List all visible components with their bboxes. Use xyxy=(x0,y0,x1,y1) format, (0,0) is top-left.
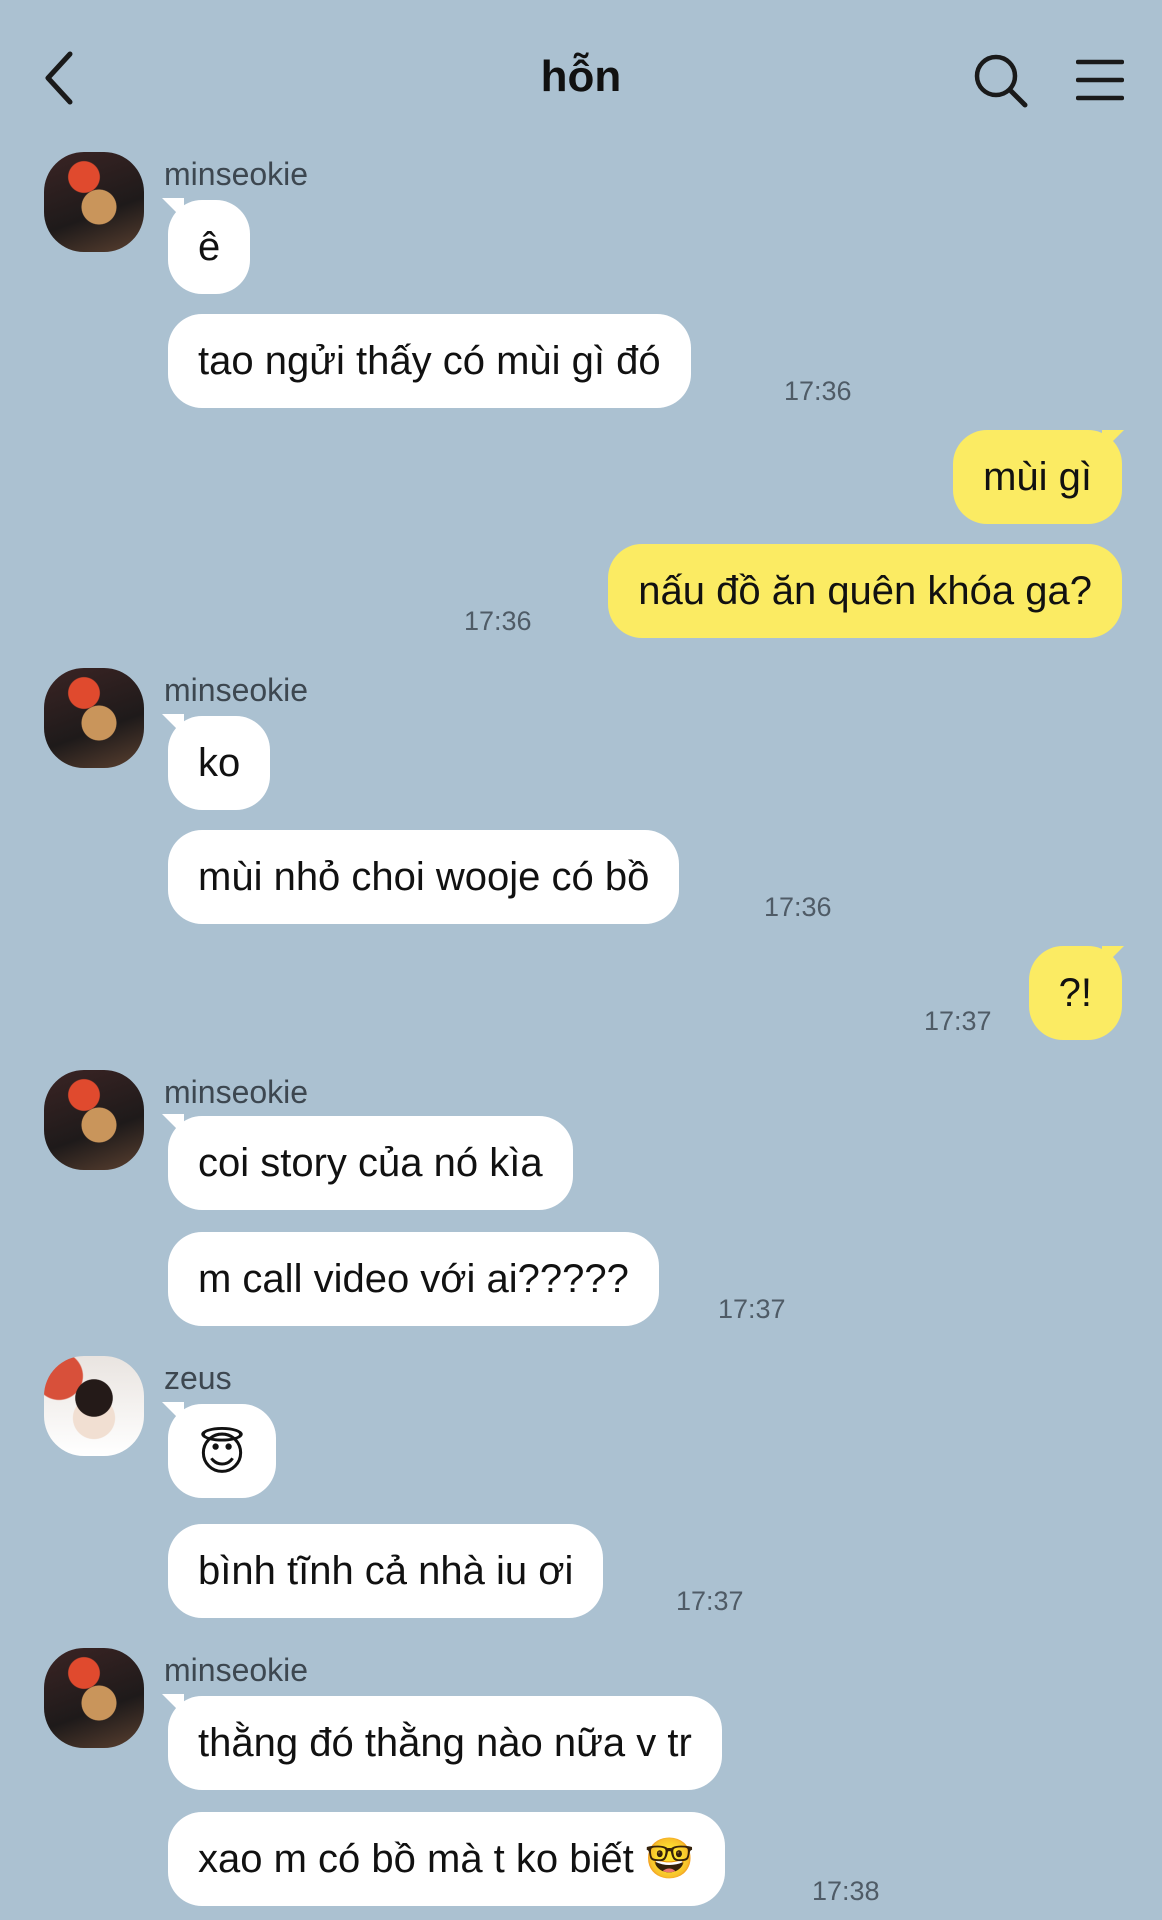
message-bubble[interactable]: 😇 xyxy=(168,1404,276,1498)
message-timestamp: 17:37 xyxy=(718,1294,786,1324)
message-timestamp: 17:36 xyxy=(784,376,852,406)
avatar-minseokie[interactable] xyxy=(44,152,144,252)
menu-icon[interactable] xyxy=(1076,58,1124,102)
message-bubble[interactable]: m call video với ai????? xyxy=(168,1232,659,1326)
message-bubble[interactable]: ê xyxy=(168,200,251,294)
search-icon[interactable] xyxy=(972,52,1028,108)
message-timestamp: 17:37 xyxy=(924,1006,992,1036)
message-bubble[interactable]: bình tĩnh cả nhà iu ơi xyxy=(168,1524,604,1618)
sender-name: minseokie xyxy=(164,156,309,192)
message-bubble[interactable]: coi story của nó kìa xyxy=(168,1116,573,1210)
message-bubble[interactable]: thằng đó thằng nào nữa v tr xyxy=(168,1696,722,1790)
sender-name: minseokie xyxy=(164,1074,309,1110)
message-bubble[interactable]: xao m có bồ mà t ko biết 🤓 xyxy=(168,1812,725,1906)
avatar-minseokie[interactable] xyxy=(44,1070,144,1170)
sender-name: zeus xyxy=(164,1360,232,1396)
sender-name: minseokie xyxy=(164,672,309,708)
message-bubble[interactable]: mùi nhỏ choi wooje có bồ xyxy=(168,830,680,924)
message-bubble[interactable]: ?! xyxy=(1028,946,1122,1040)
message-bubble[interactable]: tao ngửi thấy có mùi gì đó xyxy=(168,314,691,408)
avatar-minseokie[interactable] xyxy=(44,668,144,768)
avatar-minseokie[interactable] xyxy=(44,1648,144,1748)
message-timestamp: 17:37 xyxy=(676,1586,744,1616)
message-timestamp: 17:36 xyxy=(464,606,532,636)
message-bubble[interactable]: ko xyxy=(168,716,271,810)
chat-header: hỗn xyxy=(0,0,1162,150)
avatar-zeus[interactable] xyxy=(44,1356,144,1456)
message-bubble[interactable]: mùi gì xyxy=(953,430,1122,524)
sender-name: minseokie xyxy=(164,1652,309,1688)
smiling-face-with-halo-icon: 😇 xyxy=(198,1427,246,1480)
message-bubble[interactable]: nấu đồ ăn quên khóa ga? xyxy=(608,544,1122,638)
message-timestamp: 17:38 xyxy=(812,1876,880,1906)
message-timestamp: 17:36 xyxy=(764,892,832,922)
